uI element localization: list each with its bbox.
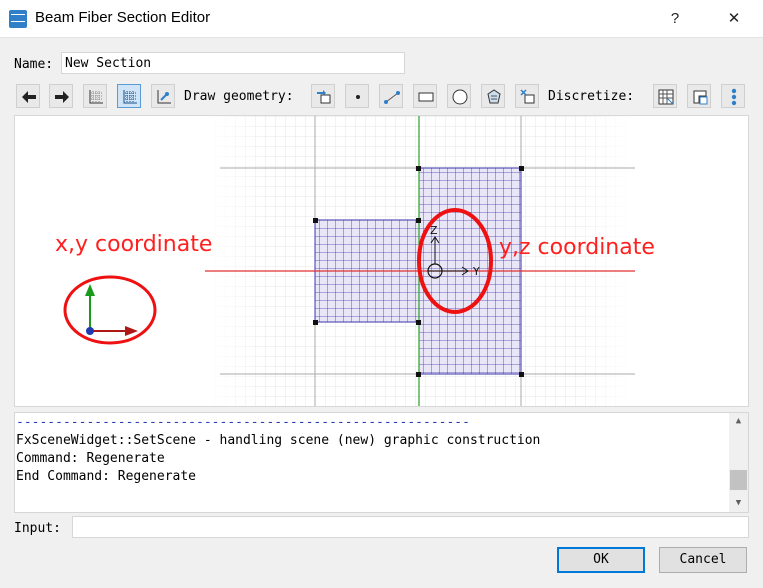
command-input[interactable] <box>72 516 749 538</box>
log-line: ----------------------------------------… <box>16 415 470 430</box>
vertex-handle[interactable] <box>313 320 318 325</box>
close-button[interactable]: ✕ <box>719 6 749 32</box>
grid-fade-left <box>205 116 265 406</box>
draw-polygon-button[interactable] <box>481 84 505 108</box>
snap-grid-icon <box>123 90 137 104</box>
cancel-button[interactable]: Cancel <box>659 547 747 573</box>
delete-shape-icon <box>520 89 535 104</box>
annotation-yz-coordinate: y,z coordinate <box>499 235 655 260</box>
app-icon <box>9 10 27 28</box>
arrow-left-icon <box>22 91 36 103</box>
title-bar: Beam Fiber Section Editor ? ✕ <box>0 0 763 38</box>
vertex-handle[interactable] <box>519 166 524 171</box>
y-axis-label: Y <box>472 265 480 278</box>
fibers-icon <box>731 88 737 106</box>
vertex-handle[interactable] <box>416 218 421 223</box>
grid-toggle-button[interactable] <box>83 84 107 108</box>
name-input[interactable]: New Section <box>61 52 405 74</box>
highlight-ellipse-xy <box>63 275 157 345</box>
import-geometry-button[interactable] <box>311 84 335 108</box>
discretize-label: Discretize: <box>548 89 635 104</box>
scroll-down-icon[interactable]: ▼ <box>729 495 748 512</box>
global-axes-gizmo <box>85 284 138 336</box>
vertex-handle[interactable] <box>313 218 318 223</box>
global-x-arrowhead <box>125 326 138 336</box>
scroll-thumb[interactable] <box>730 470 747 490</box>
grid-icon <box>89 90 103 104</box>
mesh-icon <box>658 89 674 105</box>
discretize-patch-button[interactable] <box>687 84 711 108</box>
section-drawing[interactable]: Z Y x,y coordinate y,z coordinate <box>15 116 749 407</box>
log-line: End Command: Regenerate <box>16 469 197 484</box>
draw-circle-button[interactable] <box>447 84 471 108</box>
section-canvas[interactable]: Z Y x,y coordinate y,z coordinate <box>14 115 749 407</box>
vertex-handle[interactable] <box>416 320 421 325</box>
draw-line-button[interactable] <box>379 84 403 108</box>
import-shape-icon <box>317 90 331 104</box>
grid-fade-right <box>575 116 635 406</box>
ok-button[interactable]: OK <box>557 547 645 573</box>
annotation-xy-coordinate: x,y coordinate <box>55 232 212 257</box>
vertex-handle[interactable] <box>416 372 421 377</box>
line-icon <box>384 91 400 104</box>
scroll-up-icon[interactable]: ▲ <box>729 413 748 430</box>
axes-button[interactable] <box>151 84 175 108</box>
log-line: Command: Regenerate <box>16 451 165 466</box>
command-log[interactable]: ----------------------------------------… <box>14 412 749 513</box>
arrow-right-icon <box>55 91 69 103</box>
rectangle-icon <box>418 92 434 102</box>
vertex-handle[interactable] <box>416 166 421 171</box>
discretize-mesh-button[interactable] <box>653 84 677 108</box>
axes-icon <box>157 90 171 104</box>
global-origin-icon <box>86 327 94 335</box>
draw-geometry-label: Draw geometry: <box>184 89 294 104</box>
draw-rectangle-button[interactable] <box>413 84 437 108</box>
name-label: Name: <box>14 57 54 72</box>
window-title: Beam Fiber Section Editor <box>35 9 211 26</box>
discretize-fibers-button[interactable] <box>721 84 745 108</box>
point-icon <box>356 95 360 99</box>
circle-icon <box>452 89 468 105</box>
delete-geometry-button[interactable] <box>515 84 539 108</box>
log-line: FxSceneWidget::SetScene - handling scene… <box>16 433 541 448</box>
help-button[interactable]: ? <box>660 6 690 32</box>
snap-grid-button[interactable] <box>117 84 141 108</box>
patch-icon <box>693 90 708 105</box>
undo-button[interactable] <box>16 84 40 108</box>
polygon-icon <box>487 89 501 104</box>
global-y-arrowhead <box>85 284 95 296</box>
redo-button[interactable] <box>49 84 73 108</box>
vertex-handle[interactable] <box>519 372 524 377</box>
draw-point-button[interactable] <box>345 84 369 108</box>
log-scrollbar[interactable]: ▲ ▼ <box>729 413 748 512</box>
input-label: Input: <box>14 521 61 536</box>
